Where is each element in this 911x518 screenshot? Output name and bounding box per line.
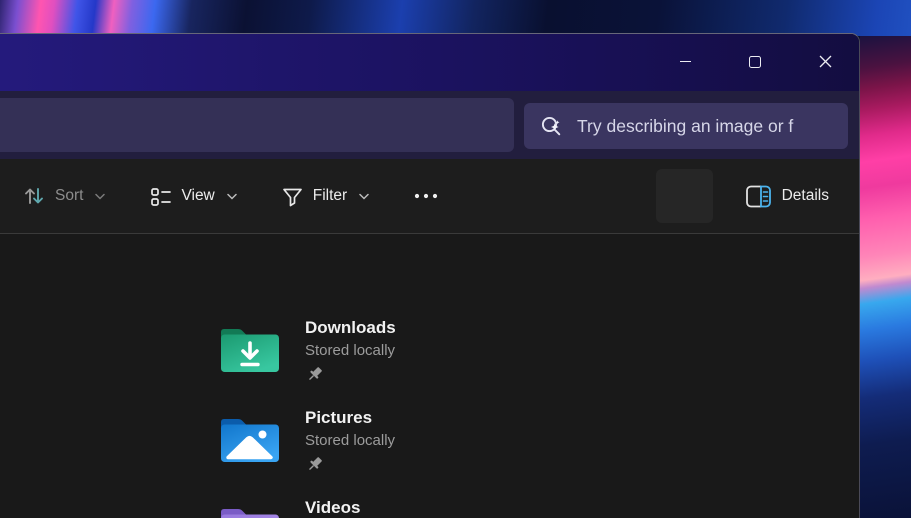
filter-label: Filter <box>313 187 347 205</box>
chevron-down-icon <box>359 193 369 200</box>
file-explorer-window: Try describing an image or f Sort View <box>0 33 860 518</box>
tile-videos[interactable]: Videos <box>218 498 859 518</box>
tile-downloads[interactable]: Downloads Stored locally <box>218 318 859 386</box>
pin-icon <box>305 455 395 473</box>
minimize-button[interactable] <box>662 43 708 80</box>
tile-name: Downloads <box>305 318 396 338</box>
search-placeholder: Try describing an image or f <box>577 116 793 137</box>
view-label: View <box>181 187 214 205</box>
tile-name: Pictures <box>305 408 395 428</box>
maximize-icon <box>749 56 761 68</box>
filter-button[interactable]: Filter <box>281 185 369 208</box>
command-toolbar: Sort View Filter <box>0 159 859 234</box>
chevron-down-icon <box>95 193 105 200</box>
filter-icon <box>281 185 304 208</box>
pictures-folder-icon <box>218 413 282 465</box>
folder-content-area: Downloads Stored locally <box>0 234 859 518</box>
chevron-down-icon <box>227 193 237 200</box>
pin-icon <box>305 365 396 383</box>
details-pane-icon <box>745 185 772 208</box>
sort-button[interactable]: Sort <box>22 184 105 208</box>
view-icon <box>149 185 172 208</box>
tile-text: Videos <box>305 498 360 518</box>
address-bar[interactable] <box>0 98 514 152</box>
sort-label: Sort <box>55 187 83 205</box>
window-controls <box>662 43 848 80</box>
address-row: Try describing an image or f <box>0 91 859 159</box>
toolbar-hover-button[interactable] <box>656 169 713 223</box>
more-options-button[interactable] <box>413 192 439 200</box>
tile-name: Videos <box>305 498 360 518</box>
search-sparkle-icon <box>539 114 564 139</box>
view-button[interactable]: View <box>149 185 236 208</box>
tile-pictures[interactable]: Pictures Stored locally <box>218 408 859 476</box>
search-input[interactable]: Try describing an image or f <box>524 103 848 149</box>
details-pane-button[interactable]: Details <box>745 185 829 208</box>
desktop-wallpaper-top <box>0 0 911 36</box>
close-button[interactable] <box>802 43 848 80</box>
tile-status: Stored locally <box>305 339 396 363</box>
ellipsis-icon <box>413 192 439 200</box>
close-icon <box>819 55 832 68</box>
tile-text: Pictures Stored locally <box>305 408 395 476</box>
details-label: Details <box>782 187 829 205</box>
tile-text: Downloads Stored locally <box>305 318 396 386</box>
sort-icon <box>22 184 46 208</box>
maximize-button[interactable] <box>732 43 778 80</box>
titlebar[interactable] <box>0 34 859 91</box>
minimize-icon <box>680 61 691 62</box>
desktop-wallpaper-right <box>860 0 911 518</box>
downloads-folder-icon <box>218 323 282 375</box>
videos-folder-icon <box>218 503 282 518</box>
tile-status: Stored locally <box>305 429 395 453</box>
